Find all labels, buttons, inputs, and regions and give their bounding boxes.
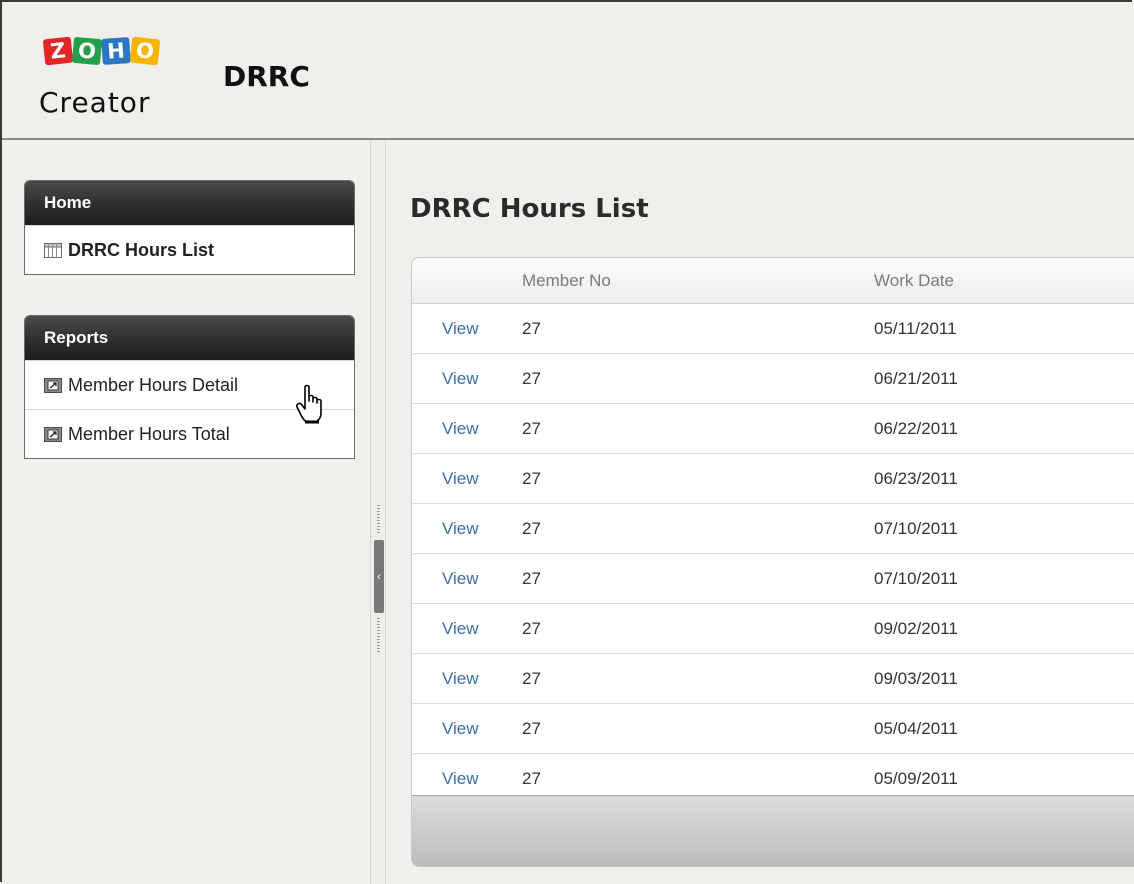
cell-work-date: 06/22/2011 [874,418,958,438]
logo-letter-z: Z [42,36,74,66]
column-header-member-no[interactable]: Member No [522,271,874,291]
table-footer [412,795,1134,866]
sidebar-item-label: DRRC Hours List [68,239,215,260]
cell-work-date: 05/04/2011 [874,718,958,738]
cell-member-no: 27 [522,618,541,638]
view-link[interactable]: View [412,619,522,639]
cell-member-no: 27 [522,668,541,688]
table-row[interactable]: View 27 07/10/2011 [412,554,1134,604]
logo-letter-h: H [101,37,131,65]
sidebar-item-label: Member Hours Total [68,423,230,444]
table-body: View 27 05/11/2011 View 27 06/21/2011 View 27 06… [412,304,1134,804]
table-icon [44,242,62,258]
logo-letter-o: O [129,36,161,66]
cell-member-no: 27 [522,418,541,438]
cell-work-date: 05/09/2011 [874,768,958,788]
view-link[interactable]: View [412,769,522,789]
view-link[interactable]: View [412,669,522,689]
table-header: Member No Work Date [412,258,1134,304]
reports-panel-header[interactable]: Reports [25,316,354,360]
logo-letter-o: O [71,36,103,66]
home-panel-header[interactable]: Home [25,181,354,225]
table-row[interactable]: View 27 07/10/2011 [412,504,1134,554]
hand-pointer-icon [296,384,322,424]
sidebar-item-drrc-hours-list[interactable]: DRRC Hours List [25,225,354,274]
chevron-left-icon: ‹ [377,570,381,583]
zoho-logo-letters: Z O H O [42,36,161,66]
cell-member-no: 27 [522,568,541,588]
cell-work-date: 05/11/2011 [874,318,957,338]
view-link[interactable]: View [412,719,522,739]
view-link[interactable]: View [412,519,522,539]
sidebar-splitter[interactable]: ‹ [370,140,386,884]
cell-work-date: 07/10/2011 [874,568,958,588]
page-title: DRRC Hours List [410,194,649,224]
view-link[interactable]: View [412,369,522,389]
table-row[interactable]: View 27 05/11/2011 [412,304,1134,354]
cell-work-date: 06/21/2011 [874,368,958,388]
cell-work-date: 09/03/2011 [874,668,958,688]
table-row[interactable]: View 27 06/23/2011 [412,454,1134,504]
table-row[interactable]: View 27 09/03/2011 [412,654,1134,704]
cell-member-no: 27 [522,718,541,738]
splitter-grip-bottom [377,618,380,653]
app-header: Z O H O Creator DRRC [2,2,1134,140]
cell-member-no: 27 [522,318,541,338]
cell-member-no: 27 [522,768,541,788]
cell-member-no: 27 [522,518,541,538]
main-content: DRRC Hours List Member No Work Date View… [386,140,1134,884]
table-row[interactable]: View 27 05/04/2011 [412,704,1134,754]
table-row[interactable]: View 27 09/02/2011 [412,604,1134,654]
column-header-work-date[interactable]: Work Date [874,271,1134,291]
report-icon [44,426,62,442]
cell-work-date: 07/10/2011 [874,518,958,538]
sidebar: Home DRRC Hours List Reports Member Hour… [2,140,371,884]
app-title: DRRC [223,60,310,93]
logo-subtitle: Creator [39,86,151,119]
cell-work-date: 06/23/2011 [874,468,958,488]
report-icon [44,377,62,393]
cell-member-no: 27 [522,468,541,488]
zoho-creator-logo[interactable]: Z O H O Creator [39,36,179,126]
collapse-sidebar-button[interactable]: ‹ [374,540,384,613]
view-link[interactable]: View [412,319,522,339]
records-table: Member No Work Date View 27 05/11/2011 View… [411,257,1134,867]
cell-work-date: 09/02/2011 [874,618,958,638]
view-link[interactable]: View [412,569,522,589]
table-row[interactable]: View 27 06/21/2011 [412,354,1134,404]
home-panel: Home DRRC Hours List [24,180,355,275]
splitter-grip-top [377,505,380,535]
view-link[interactable]: View [412,419,522,439]
view-link[interactable]: View [412,469,522,489]
cell-member-no: 27 [522,368,541,388]
table-row[interactable]: View 27 06/22/2011 [412,404,1134,454]
sidebar-item-label: Member Hours Detail [68,374,239,395]
